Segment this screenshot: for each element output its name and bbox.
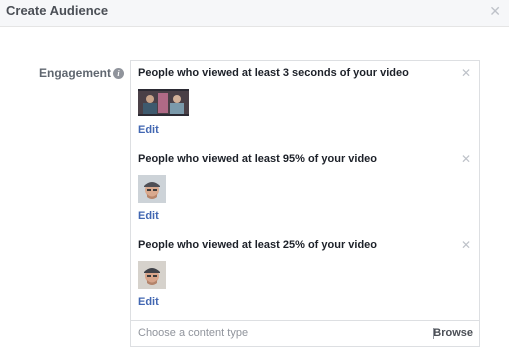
- video-thumbnail: [138, 261, 166, 289]
- engagement-rule: People who viewed at least 95% of your v…: [131, 147, 479, 233]
- edit-link[interactable]: Edit: [138, 210, 159, 222]
- edit-link[interactable]: Edit: [138, 124, 159, 136]
- video-thumbnail: [138, 175, 166, 203]
- edit-link[interactable]: Edit: [138, 296, 159, 308]
- dialog-title: Create Audience: [6, 3, 109, 18]
- close-icon[interactable]: ✕: [461, 66, 471, 80]
- engagement-rules-panel: People who viewed at least 3 seconds of …: [130, 60, 480, 347]
- rule-title: People who viewed at least 3 seconds of …: [138, 67, 409, 79]
- engagement-rule: People who viewed at least 3 seconds of …: [131, 61, 479, 147]
- close-icon[interactable]: ✕: [489, 3, 501, 20]
- info-icon[interactable]: i: [113, 68, 124, 79]
- browse-button[interactable]: Browse: [433, 327, 473, 339]
- rule-title: People who viewed at least 25% of your v…: [138, 239, 378, 251]
- content-type-input[interactable]: Choose a content type: [138, 327, 248, 339]
- engagement-rule: People who viewed at least 25% of your v…: [131, 233, 479, 319]
- video-thumbnail: [138, 89, 189, 116]
- engagement-label-row: Engagement i: [0, 66, 126, 82]
- content-type-row: Choose a content type Browse: [131, 320, 479, 346]
- engagement-label: Engagement: [38, 66, 111, 80]
- dialog-header: Create Audience ✕: [0, 0, 509, 27]
- close-icon[interactable]: ✕: [461, 152, 471, 166]
- rule-title: People who viewed at least 95% of your v…: [138, 153, 378, 165]
- close-icon[interactable]: ✕: [461, 238, 471, 252]
